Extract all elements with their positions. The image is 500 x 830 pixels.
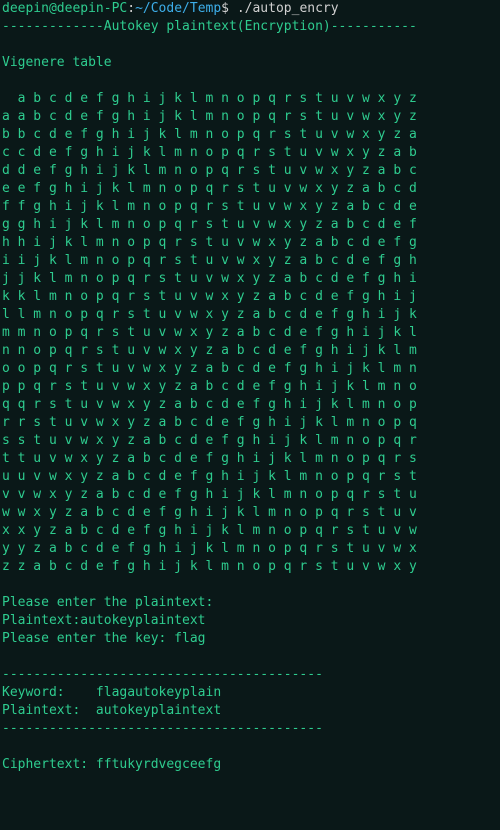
blank-line: [2, 738, 498, 756]
prompt-at: @: [49, 1, 57, 16]
table-row: z z a b c d e f g h i j k l m n o p q r …: [2, 558, 498, 576]
table-row: d d e f g h i j k l m n o p q r s t u v …: [2, 162, 498, 180]
table-row: n n o p q r s t u v w x y z a b c d e f …: [2, 342, 498, 360]
table-row: x x y z a b c d e f g h i j k l m n o p …: [2, 522, 498, 540]
table-row: r r s t u v w x y z a b c d e f g h i j …: [2, 414, 498, 432]
table-row: l l m n o p q r s t u v w x y z a b c d …: [2, 306, 498, 324]
command-text[interactable]: ./autop_encry: [237, 1, 339, 16]
table-row: g g h i j k l m n o p q r s t u v w x y …: [2, 216, 498, 234]
table-row: m m n o p q r s t u v w x y z a b c d e …: [2, 324, 498, 342]
table-row: q q r s t u v w x y z a b c d e f g h i …: [2, 396, 498, 414]
table-row: a a b c d e f g h i j k l m n o p q r s …: [2, 108, 498, 126]
table-row: p p q r s t u v w x y z a b c d e f g h …: [2, 378, 498, 396]
table-row: k k l m n o p q r s t u v w x y z a b c …: [2, 288, 498, 306]
plaintext-line: Plaintext: autokeyplaintext: [2, 702, 498, 720]
terminal-prompt-line: deepin@deepin-PC:~/Code/Temp$ ./autop_en…: [2, 0, 498, 18]
blank-line: [2, 36, 498, 54]
prompt-colon: :: [127, 1, 135, 16]
table-row: b b c d e f g h i j k l m n o p q r s t …: [2, 126, 498, 144]
ciphertext-line: Ciphertext: fftukyrdvegceefg: [2, 756, 498, 774]
plaintext-entry[interactable]: Plaintext:autokeyplaintext: [2, 612, 498, 630]
table-row: a b c d e f g h i j k l m n o p q r s t …: [2, 90, 498, 108]
prompt-host: deepin-PC: [57, 1, 127, 16]
blank-line: [2, 576, 498, 594]
prompt-user: deepin: [2, 1, 49, 16]
prompt-path: ~/Code/Temp: [135, 1, 221, 16]
separator: ----------------------------------------…: [2, 666, 498, 684]
key-prompt[interactable]: Please enter the key: flag: [2, 630, 498, 648]
table-row: s s t u v w x y z a b c d e f g h i j k …: [2, 432, 498, 450]
table-row: w w x y z a b c d e f g h i j k l m n o …: [2, 504, 498, 522]
table-row: c c d e f g h i j k l m n o p q r s t u …: [2, 144, 498, 162]
table-row: f f g h i j k l m n o p q r s t u v w x …: [2, 198, 498, 216]
table-row: y y z a b c d e f g h i j k l m n o p q …: [2, 540, 498, 558]
plaintext-prompt: Please enter the plaintext:: [2, 594, 498, 612]
table-row: u u v w x y z a b c d e f g h i j k l m …: [2, 468, 498, 486]
prompt-dollar: $: [221, 1, 237, 16]
table-row: h h i j k l m n o p q r s t u v w x y z …: [2, 234, 498, 252]
table-row: j j k l m n o p q r s t u v w x y z a b …: [2, 270, 498, 288]
blank-line: [2, 72, 498, 90]
keyword-line: Keyword: flagautokeyplain: [2, 684, 498, 702]
table-row: i i j k l m n o p q r s t u v w x y z a …: [2, 252, 498, 270]
table-row: v v w x y z a b c d e f g h i j k l m n …: [2, 486, 498, 504]
table-row: t t u v w x y z a b c d e f g h i j k l …: [2, 450, 498, 468]
table-row: e e f g h i j k l m n o p q r s t u v w …: [2, 180, 498, 198]
program-header: -------------Autokey plaintext(Encryptio…: [2, 18, 498, 36]
table-row: o o p q r s t u v w x y z a b c d e f g …: [2, 360, 498, 378]
separator: ----------------------------------------…: [2, 720, 498, 738]
blank-line: [2, 648, 498, 666]
vigenere-title: Vigenere table: [2, 54, 498, 72]
